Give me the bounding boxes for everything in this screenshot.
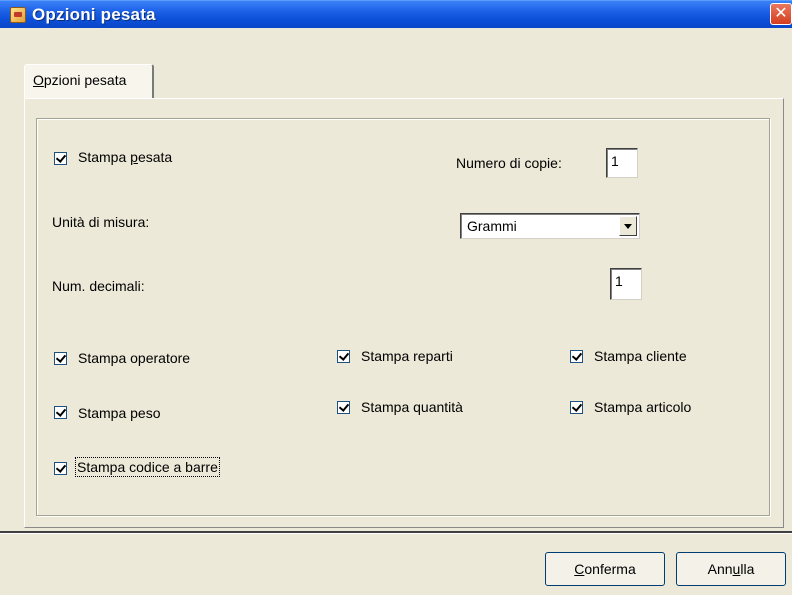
annulla-button[interactable]: Annulla — [676, 552, 786, 586]
decimals-label: Num. decimali: — [52, 278, 145, 294]
unit-select-value: Grammi — [467, 218, 517, 234]
stampa-articolo-label[interactable]: Stampa articolo — [594, 399, 691, 415]
copies-input[interactable]: 1 — [606, 148, 638, 178]
chevron-down-icon[interactable] — [619, 216, 637, 236]
stampa-codice-barre-label[interactable]: Stampa codice a barre — [75, 457, 220, 477]
conferma-button[interactable]: Conferma — [545, 552, 665, 586]
stampa-quantita-label[interactable]: Stampa quantità — [361, 399, 463, 415]
unit-label: Unità di misura: — [52, 214, 150, 230]
close-button[interactable]: ✕ — [770, 3, 792, 25]
stampa-quantita-checkbox[interactable] — [337, 401, 350, 414]
stampa-articolo-checkbox[interactable] — [570, 401, 583, 414]
options-group-box — [36, 118, 770, 516]
tab-opzioni-pesata[interactable]: Opzioni pesata — [24, 64, 154, 98]
stampa-peso-checkbox[interactable] — [54, 406, 67, 419]
stampa-operatore-label[interactable]: Stampa operatore — [78, 350, 190, 366]
stampa-reparti-label[interactable]: Stampa reparti — [361, 348, 453, 364]
stampa-pesata-checkbox[interactable] — [54, 152, 67, 165]
tab-label: Opzioni pesata — [33, 72, 127, 88]
title-bar[interactable]: Opzioni pesata ✕ — [0, 0, 792, 28]
app-icon — [10, 7, 26, 23]
stampa-cliente-checkbox[interactable] — [570, 350, 583, 363]
stampa-operatore-checkbox[interactable] — [54, 352, 67, 365]
stampa-reparti-checkbox[interactable] — [337, 350, 350, 363]
unit-select[interactable]: Grammi — [460, 213, 640, 239]
close-icon: ✕ — [774, 5, 788, 22]
stampa-pesata-label[interactable]: Stampa pesata — [78, 149, 172, 165]
footer-separator — [0, 531, 792, 534]
stampa-peso-label[interactable]: Stampa peso — [78, 405, 161, 421]
decimals-input[interactable]: 1 — [610, 268, 642, 300]
window-title: Opzioni pesata — [32, 5, 156, 24]
dialog-window: Opzioni pesata ✕ Opzioni pesata Stampa p… — [0, 0, 792, 595]
copies-label: Numero di copie: — [456, 155, 562, 171]
stampa-cliente-label[interactable]: Stampa cliente — [594, 348, 687, 364]
stampa-codice-barre-checkbox[interactable] — [54, 462, 67, 475]
